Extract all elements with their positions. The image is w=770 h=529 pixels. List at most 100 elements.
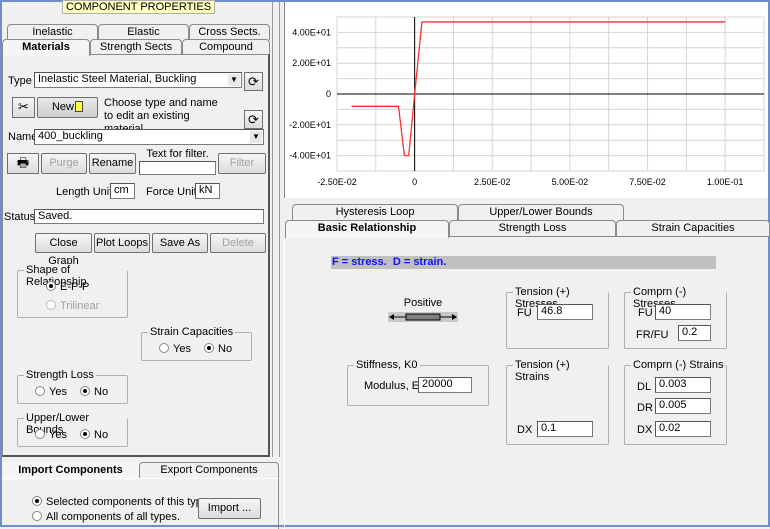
scissors-button[interactable]: ✂	[12, 97, 35, 118]
refresh-type-button[interactable]: ⟳	[244, 72, 263, 91]
tab-strength-loss[interactable]: Strength Loss	[449, 220, 616, 236]
tab-compound[interactable]: Compound	[182, 39, 270, 55]
refresh-name-button[interactable]: ⟳	[244, 110, 263, 129]
tab-elastic[interactable]: Elastic	[98, 24, 189, 40]
modulus-input[interactable]: 20000	[418, 377, 472, 393]
compr-frfu-input[interactable]: 0.2	[678, 325, 711, 341]
dl-label: DL	[637, 381, 652, 393]
header-title: COMPONENT PROPERTIES	[62, 0, 215, 14]
type-label: Type	[8, 75, 32, 87]
tab-inelastic[interactable]: Inelastic	[7, 24, 98, 40]
filter-button[interactable]: Filter	[218, 153, 266, 174]
purge-button[interactable]: Purge	[41, 153, 87, 174]
chevron-down-icon[interactable]: ▼	[250, 131, 262, 143]
x-tick-label: -2.50E-02	[317, 177, 357, 187]
y-tick-label: -4.00E+01	[289, 151, 331, 161]
name-label: Name	[8, 131, 38, 143]
frfu-label: FR/FU	[636, 329, 669, 341]
stiffness-group: Stiffness, K0 Modulus, E 20000	[347, 359, 489, 406]
x-tick-label: 5.00E-02	[552, 177, 589, 187]
tab-cross-sects[interactable]: Cross Sects.	[189, 24, 270, 40]
tension-dx-input[interactable]: 0.1	[537, 421, 593, 437]
scissors-icon: ✂	[18, 99, 29, 114]
radio-epp[interactable]: E-P-P	[46, 281, 89, 294]
legend-bar: F = stress. D = strain.	[331, 256, 716, 269]
fu-label: FU	[638, 307, 653, 319]
shape-group: Shape of Relationship E-P-P Trilinear	[17, 264, 128, 318]
tab-materials[interactable]: Materials	[2, 39, 90, 56]
strength-loss-title: Strength Loss	[24, 369, 96, 381]
stiffness-title: Stiffness, K0	[354, 359, 420, 371]
name-value: 400_buckling	[38, 130, 103, 142]
strength-loss-group: Strength Loss Yes No	[17, 369, 128, 404]
y-tick-label: 0	[326, 89, 331, 99]
left-panel-scrollbar[interactable]	[272, 2, 280, 457]
dx-label: DX	[637, 424, 653, 436]
x-tick-label: 7.50E-02	[629, 177, 666, 187]
new-button[interactable]: New	[37, 97, 98, 118]
stress-strain-chart: -2.50E-02 0 2.50E-02 5.00E-02 7.50E-02 1.00E-…	[284, 2, 768, 198]
radio-selected-components[interactable]: Selected components of this type.	[32, 496, 211, 509]
filter-input[interactable]	[139, 161, 216, 175]
tension-stresses-group: Tension (+) Stresses FU 46.8	[506, 286, 609, 349]
strain-capacities-group: Strain Capacities Yes No	[141, 326, 252, 361]
tab-upper-lower-bounds[interactable]: Upper/Lower Bounds	[458, 204, 624, 220]
save-as-button[interactable]: Save As	[152, 233, 208, 253]
tab-strain-capacities[interactable]: Strain Capacities	[616, 220, 770, 236]
dr-label: DR	[637, 402, 653, 414]
tab-basic-relationship[interactable]: Basic Relationship	[285, 220, 449, 238]
force-unit-input[interactable]: kN	[195, 183, 220, 199]
compr-strains-title: Comprn (-) Strains	[631, 359, 726, 371]
radio-icon	[46, 300, 56, 310]
rename-button[interactable]: Rename	[89, 153, 136, 174]
y-tick-label: 4.00E+01	[292, 27, 331, 37]
radio-trilinear[interactable]: Trilinear	[46, 300, 99, 313]
x-tick-label: 0	[412, 177, 417, 187]
force-unit-label: Force Unit	[146, 186, 197, 198]
strain-capacities-title: Strain Capacities	[148, 326, 236, 338]
chevron-down-icon[interactable]: ▼	[228, 74, 240, 86]
bounds-yes[interactable]: Yes	[35, 429, 67, 442]
tension-fu-input[interactable]: 46.8	[537, 304, 593, 320]
length-unit-input[interactable]: cm	[110, 183, 135, 199]
tab-strength-sects[interactable]: Strength Sects	[90, 39, 182, 55]
tension-arrow-icon	[388, 312, 458, 322]
plot-loops-button[interactable]: Plot Loops	[94, 233, 150, 253]
compr-stresses-group: Comprn (-) Stresses FU 40 FR/FU 0.2	[624, 286, 727, 349]
x-tick-label: 1.00E-01	[707, 177, 744, 187]
modulus-label: Modulus, E	[364, 380, 420, 392]
refresh-icon: ⟳	[248, 112, 259, 127]
strength-loss-no[interactable]: No	[80, 386, 108, 399]
compr-dx-input[interactable]: 0.02	[655, 421, 711, 437]
tab-export-components[interactable]: Export Components	[139, 462, 279, 478]
length-unit-label: Length Unit	[56, 186, 113, 198]
print-button[interactable]: 🖶	[7, 153, 39, 174]
bounds-no[interactable]: No	[80, 429, 108, 442]
compr-strains-group: Comprn (-) Strains DL 0.003 DR 0.005 DX …	[624, 359, 727, 445]
tension-strains-title: Tension (+) Strains	[513, 359, 608, 383]
strain-capacities-no[interactable]: No	[204, 343, 232, 356]
name-select[interactable]: 400_buckling ▼	[34, 129, 264, 145]
strength-loss-yes[interactable]: Yes	[35, 386, 67, 399]
fu-label: FU	[517, 307, 532, 319]
y-tick-label: 2.00E+01	[292, 58, 331, 68]
compr-fu-input[interactable]: 40	[655, 304, 711, 320]
new-document-icon	[75, 101, 83, 112]
delete-button[interactable]: Delete	[210, 233, 266, 253]
x-tick-label: 2.50E-02	[474, 177, 511, 187]
filter-caption: Text for filter.	[146, 148, 209, 160]
strain-capacities-yes[interactable]: Yes	[159, 343, 191, 356]
status-label: Status	[4, 211, 36, 223]
status-field: Saved.	[34, 209, 264, 224]
radio-icon	[46, 281, 56, 291]
compr-dr-input[interactable]: 0.005	[655, 398, 711, 414]
refresh-icon: ⟳	[248, 74, 259, 89]
radio-all-components[interactable]: All components of all types.	[32, 511, 180, 524]
tab-hysteresis-loop[interactable]: Hysteresis Loop	[292, 204, 458, 220]
positive-label: Positive	[403, 297, 443, 309]
import-button[interactable]: Import ...	[198, 498, 261, 519]
close-graph-button[interactable]: Close Graph	[35, 233, 92, 267]
type-value: Inelastic Steel Material, Buckling	[38, 73, 197, 85]
type-select[interactable]: Inelastic Steel Material, Buckling ▼	[34, 72, 242, 88]
compr-dl-input[interactable]: 0.003	[655, 377, 711, 393]
